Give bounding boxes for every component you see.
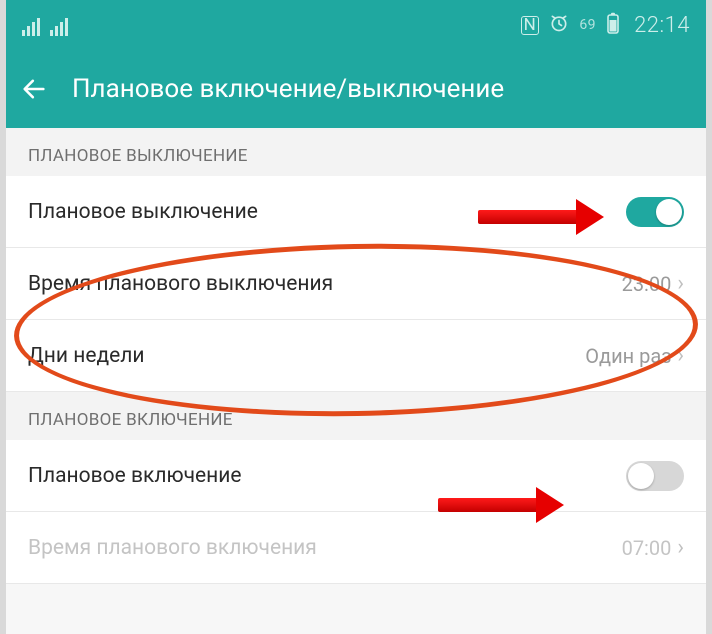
battery-level: 69 <box>579 17 596 33</box>
off-days-value: Один раз <box>585 344 671 368</box>
chevron-right-icon: › <box>677 343 684 368</box>
scheduled-on-label: Плановое включение <box>28 464 242 488</box>
on-time-label: Время планового включения <box>28 536 317 560</box>
on-time-value: 07:00 <box>622 536 672 560</box>
scheduled-off-toggle[interactable] <box>626 197 684 227</box>
signal-2-icon <box>50 18 68 36</box>
off-time-label: Время планового выключения <box>28 272 333 296</box>
scheduled-on-toggle[interactable] <box>626 461 684 491</box>
chevron-right-icon: › <box>677 271 684 296</box>
row-scheduled-off-toggle[interactable]: Плановое выключение <box>0 176 712 248</box>
status-bar: N 69 22:14 <box>0 0 712 50</box>
chevron-right-icon: › <box>677 535 684 560</box>
row-off-days[interactable]: Дни недели Один раз › <box>0 320 712 392</box>
nfc-icon: N <box>521 16 540 35</box>
alarm-icon <box>549 13 569 38</box>
battery-icon <box>606 12 620 39</box>
page-title: Плановое включение/выключение <box>72 74 504 104</box>
back-button[interactable] <box>20 75 48 103</box>
clock-time: 22:14 <box>634 13 690 38</box>
section-header-off: ПЛАНОВОЕ ВЫКЛЮЧЕНИЕ <box>0 128 712 176</box>
off-time-value: 23:00 <box>622 272 672 296</box>
app-bar: Плановое включение/выключение <box>0 50 712 128</box>
row-scheduled-on-toggle[interactable]: Плановое включение <box>0 440 712 512</box>
row-on-time: Время планового включения 07:00 › <box>0 512 712 584</box>
off-days-label: Дни недели <box>28 344 145 368</box>
section-header-on: ПЛАНОВОЕ ВКЛЮЧЕНИЕ <box>0 392 712 440</box>
signal-1-icon <box>22 18 40 36</box>
scheduled-off-label: Плановое выключение <box>28 200 258 224</box>
row-off-time[interactable]: Время планового выключения 23:00 › <box>0 248 712 320</box>
